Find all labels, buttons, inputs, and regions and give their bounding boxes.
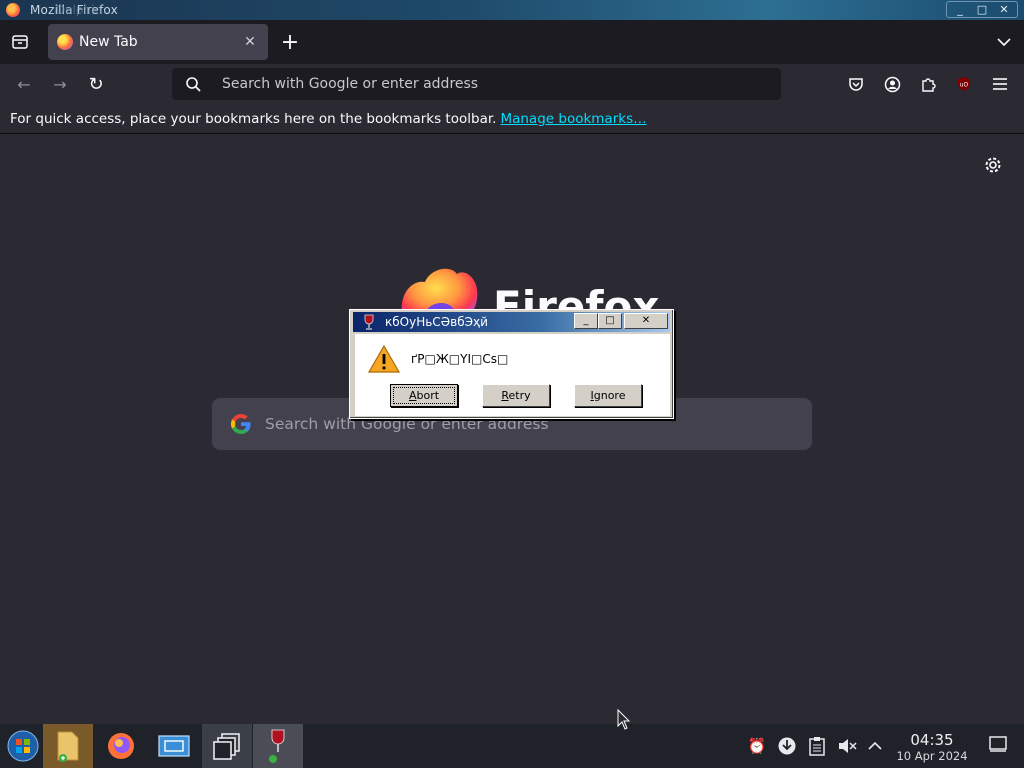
- abort-label: Abort: [408, 389, 440, 402]
- dialog-title: кбОуНьСӘвбЭҳй: [385, 315, 488, 329]
- bookmarks-empty-message: For quick access, place your bookmarks h…: [10, 110, 497, 127]
- retry-button[interactable]: Retry: [482, 384, 550, 407]
- customize-newtab-button[interactable]: [982, 154, 1004, 176]
- ublock-shield-icon: uO: [958, 77, 970, 91]
- dialog-window-controls: _ □ ✕: [574, 313, 668, 329]
- clock[interactable]: 04:35 10 Apr 2024: [894, 731, 970, 764]
- puzzle-icon: [921, 77, 936, 92]
- window-title-ghost: Dolphin: [55, 3, 102, 17]
- dialog-minimize-button[interactable]: _: [574, 313, 598, 329]
- reload-button[interactable]: ↻: [82, 70, 110, 98]
- wine-taskbar-icon: [269, 729, 285, 763]
- firefox-app-icon: [6, 3, 20, 17]
- start-menu-button[interactable]: [0, 724, 46, 768]
- start-orb-icon: [7, 730, 39, 762]
- ignore-label: Ignore: [590, 389, 626, 402]
- firefox-view-icon: [12, 35, 28, 49]
- clipboard-icon: [809, 737, 825, 756]
- newtab-page: Firefox Search with Google or enter addr…: [0, 134, 1024, 724]
- tab-label: New Tab: [79, 34, 138, 50]
- folder-icon: [57, 731, 79, 762]
- taskbar-window-switcher[interactable]: [202, 724, 252, 768]
- notifications-icon[interactable]: ⏰: [747, 736, 767, 756]
- taskbar-firefox[interactable]: [96, 724, 146, 768]
- dialog-message: ґР□Ж□ҮI□Cs□: [411, 352, 509, 366]
- url-placeholder: Search with Google or enter address: [222, 76, 479, 92]
- extensions-button[interactable]: [914, 70, 942, 98]
- taskbar-app-blue[interactable]: [149, 724, 199, 768]
- navigation-toolbar: ← → ↻ Search with Google or enter addres…: [0, 64, 1024, 104]
- close-tab-button[interactable]: ✕: [240, 32, 260, 52]
- back-button[interactable]: ←: [10, 70, 38, 98]
- svg-text:uO: uO: [960, 82, 969, 89]
- dialog-maximize-button[interactable]: □: [598, 313, 622, 329]
- download-circle-icon: [778, 737, 796, 755]
- account-button[interactable]: [878, 70, 906, 98]
- warning-icon: [368, 344, 400, 373]
- wine-glass-icon: [364, 314, 374, 330]
- downloads-tray-icon[interactable]: [777, 736, 797, 756]
- retry-label: Retry: [501, 389, 531, 402]
- pocket-button[interactable]: [842, 70, 870, 98]
- firefox-favicon-icon: [57, 34, 73, 50]
- close-window-button[interactable]: ✕: [994, 3, 1014, 17]
- pocket-icon: [849, 78, 863, 91]
- dialog-close-button[interactable]: ✕: [624, 313, 668, 329]
- message-box-dialog: кбОуНьСӘвбЭҳй _ □ ✕ ґР□Ж□ҮI□Cs□ Abort Re…: [349, 309, 674, 419]
- windows-stack-icon: [213, 733, 240, 760]
- clock-date: 10 Apr 2024: [896, 749, 968, 763]
- speaker-muted-icon: [839, 739, 857, 753]
- chevron-down-icon: [997, 38, 1011, 47]
- mouse-cursor-icon: [617, 709, 631, 730]
- app-menu-button[interactable]: [986, 70, 1014, 98]
- taskbar-wine[interactable]: [253, 724, 303, 768]
- clock-time: 04:35: [910, 731, 954, 749]
- minimize-button[interactable]: _: [950, 3, 970, 17]
- firefox-view-button[interactable]: [6, 28, 34, 56]
- desktop-icon: [989, 736, 1007, 752]
- chevron-up-icon: [868, 741, 882, 750]
- tab-new-tab[interactable]: New Tab ✕: [48, 24, 268, 60]
- search-icon: [186, 77, 201, 92]
- list-all-tabs-button[interactable]: [990, 28, 1018, 56]
- window-titlebar: Mozilla Firefox Dolphin _ □ ✕: [0, 0, 1024, 20]
- firefox-taskbar-icon: [108, 733, 134, 759]
- taskbar-file-manager[interactable]: [43, 724, 93, 768]
- url-bar[interactable]: Search with Google or enter address: [172, 68, 781, 100]
- manage-bookmarks-link[interactable]: Manage bookmarks…: [500, 111, 646, 127]
- account-icon: [884, 76, 900, 92]
- volume-muted-icon[interactable]: [837, 736, 857, 756]
- maximize-button[interactable]: □: [972, 3, 992, 17]
- gear-icon: [985, 157, 1001, 173]
- new-tab-button[interactable]: +: [276, 28, 304, 56]
- window-app-icon: [158, 735, 190, 757]
- hamburger-menu-icon: [993, 78, 1007, 90]
- tab-strip: New Tab ✕ +: [0, 20, 1024, 64]
- dialog-titlebar[interactable]: кбОуНьСӘвбЭҳй _ □ ✕: [353, 312, 670, 332]
- taskbar: ⏰ 04:35 10 Apr 2024: [0, 724, 1024, 768]
- clipboard-tray-icon[interactable]: [807, 736, 827, 756]
- window-controls: _ □ ✕: [946, 1, 1018, 18]
- show-desktop-button[interactable]: [988, 736, 1008, 756]
- dialog-body: ґР□Ж□ҮI□Cs□ Abort Retry Ignore: [355, 334, 670, 416]
- tray-expand-button[interactable]: [865, 736, 885, 756]
- forward-button[interactable]: →: [46, 70, 74, 98]
- abort-button[interactable]: Abort: [390, 384, 458, 407]
- google-logo-icon: [230, 414, 251, 435]
- ublock-origin-button[interactable]: uO: [950, 70, 978, 98]
- ignore-button[interactable]: Ignore: [574, 384, 642, 407]
- bookmarks-toolbar: For quick access, place your bookmarks h…: [0, 104, 1024, 134]
